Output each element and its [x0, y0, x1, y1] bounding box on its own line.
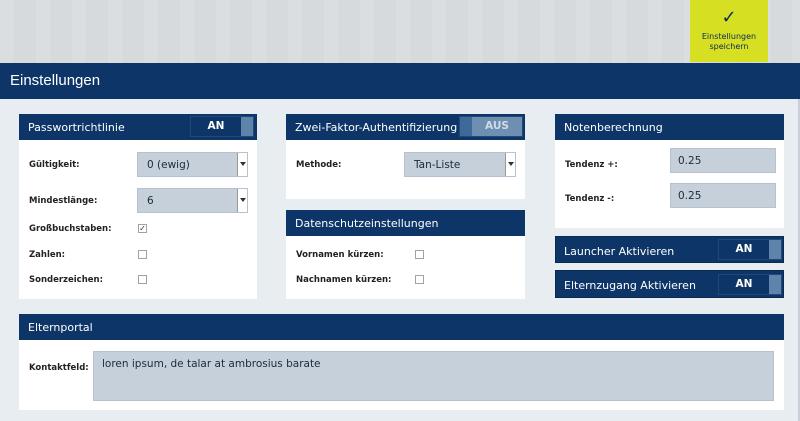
numbers-checkbox[interactable]: [138, 250, 147, 259]
toggle-knob: [769, 240, 781, 259]
tendency-minus-input[interactable]: 0.25: [670, 183, 776, 208]
save-settings-button[interactable]: ✓ Einstellungen speichern: [690, 0, 768, 62]
grading-panel: Notenberechnung Tendenz +: 0.25 Tendenz …: [555, 114, 784, 228]
launcher-panel: Launcher Aktivieren AN: [555, 236, 784, 263]
shorten-lastname-checkbox[interactable]: [415, 275, 424, 284]
tendency-minus-value: 0.25: [678, 190, 702, 202]
chevron-down-icon: [237, 189, 247, 212]
min-length-select[interactable]: 6: [137, 188, 248, 213]
two-factor-toggle[interactable]: AUS: [459, 116, 523, 137]
privacy-header: Datenschutzeinstellungen: [286, 210, 525, 236]
two-factor-panel: Zwei-Faktor-Authentifizierung AUS Method…: [286, 114, 525, 199]
numbers-label: Zahlen:: [29, 250, 66, 260]
privacy-title: Datenschutzeinstellungen: [295, 217, 439, 230]
toggle-state-label: AN: [191, 117, 241, 136]
password-policy-title: Passwortrichtlinie: [28, 121, 125, 134]
toggle-knob: [241, 117, 253, 136]
password-policy-header: Passwortrichtlinie AN: [19, 114, 257, 140]
password-policy-panel: Passwortrichtlinie AN Gültigkeit: 0 (ewi…: [19, 114, 257, 299]
toggle-state-label: AUS: [485, 120, 509, 132]
toggle-knob: [460, 117, 472, 136]
tendency-plus-input[interactable]: 0.25: [670, 148, 776, 173]
parent-access-title: Elternzugang Aktivieren: [564, 279, 696, 292]
special-chars-label: Sonderzeichen:: [29, 275, 103, 285]
toggle-state-label: AN: [719, 275, 769, 294]
parent-portal-title: Elternportal: [28, 321, 93, 334]
contact-field-textarea[interactable]: loren ipsum, de talar at ambrosius barat…: [93, 351, 774, 401]
top-bar: ✓ Einstellungen speichern: [0, 0, 800, 63]
tendency-plus-label: Tendenz +:: [565, 160, 618, 170]
method-label: Methode:: [296, 160, 342, 170]
save-settings-label: Einstellungen speichern: [690, 32, 768, 52]
shorten-lastname-label: Nachnamen kürzen:: [296, 275, 392, 285]
validity-value: 0 (ewig): [147, 159, 190, 171]
special-chars-checkbox[interactable]: [138, 275, 147, 284]
tendency-minus-label: Tendenz -:: [565, 194, 615, 204]
shorten-firstname-label: Vornamen kürzen:: [296, 250, 384, 260]
min-length-label: Mindestlänge:: [29, 196, 98, 206]
page-header: Einstellungen: [0, 63, 800, 99]
two-factor-header: Zwei-Faktor-Authentifizierung AUS: [286, 114, 525, 140]
two-factor-title: Zwei-Faktor-Authentifizierung: [295, 121, 458, 134]
grading-header: Notenberechnung: [555, 114, 784, 140]
top-bar-background: [0, 0, 800, 63]
password-policy-toggle[interactable]: AN: [190, 116, 254, 137]
check-icon: ✓: [721, 7, 737, 28]
save-label-line2: speichern: [709, 42, 749, 51]
shorten-firstname-checkbox[interactable]: [415, 250, 424, 259]
save-label-line1: Einstellungen: [701, 32, 757, 41]
launcher-title: Launcher Aktivieren: [564, 245, 675, 258]
launcher-toggle[interactable]: AN: [718, 239, 782, 260]
tendency-plus-value: 0.25: [678, 155, 702, 167]
grading-title: Notenberechnung: [564, 121, 663, 134]
chevron-down-icon: [237, 153, 247, 176]
privacy-panel: Datenschutzeinstellungen Vornamen kürzen…: [286, 210, 525, 299]
uppercase-checkbox[interactable]: ✓: [138, 224, 147, 233]
validity-label: Gültigkeit:: [29, 160, 80, 170]
chevron-down-icon: [505, 153, 515, 176]
parent-portal-header: Elternportal: [19, 314, 784, 340]
toggle-knob: [769, 275, 781, 294]
uppercase-label: Großbuchstaben:: [29, 224, 112, 234]
contact-field-label: Kontaktfeld:: [29, 363, 89, 373]
parent-portal-panel: Elternportal Kontaktfeld: loren ipsum, d…: [19, 314, 784, 410]
validity-select[interactable]: 0 (ewig): [137, 152, 248, 177]
contact-field-value: loren ipsum, de talar at ambrosius barat…: [102, 358, 321, 370]
method-select[interactable]: Tan-Liste: [404, 152, 516, 177]
toggle-state-label: AN: [719, 240, 769, 259]
min-length-value: 6: [147, 195, 154, 207]
parent-access-toggle[interactable]: AN: [718, 274, 782, 295]
parent-access-panel: Elternzugang Aktivieren AN: [555, 270, 784, 298]
page-title: Einstellungen: [10, 72, 101, 89]
method-value: Tan-Liste: [414, 159, 461, 171]
